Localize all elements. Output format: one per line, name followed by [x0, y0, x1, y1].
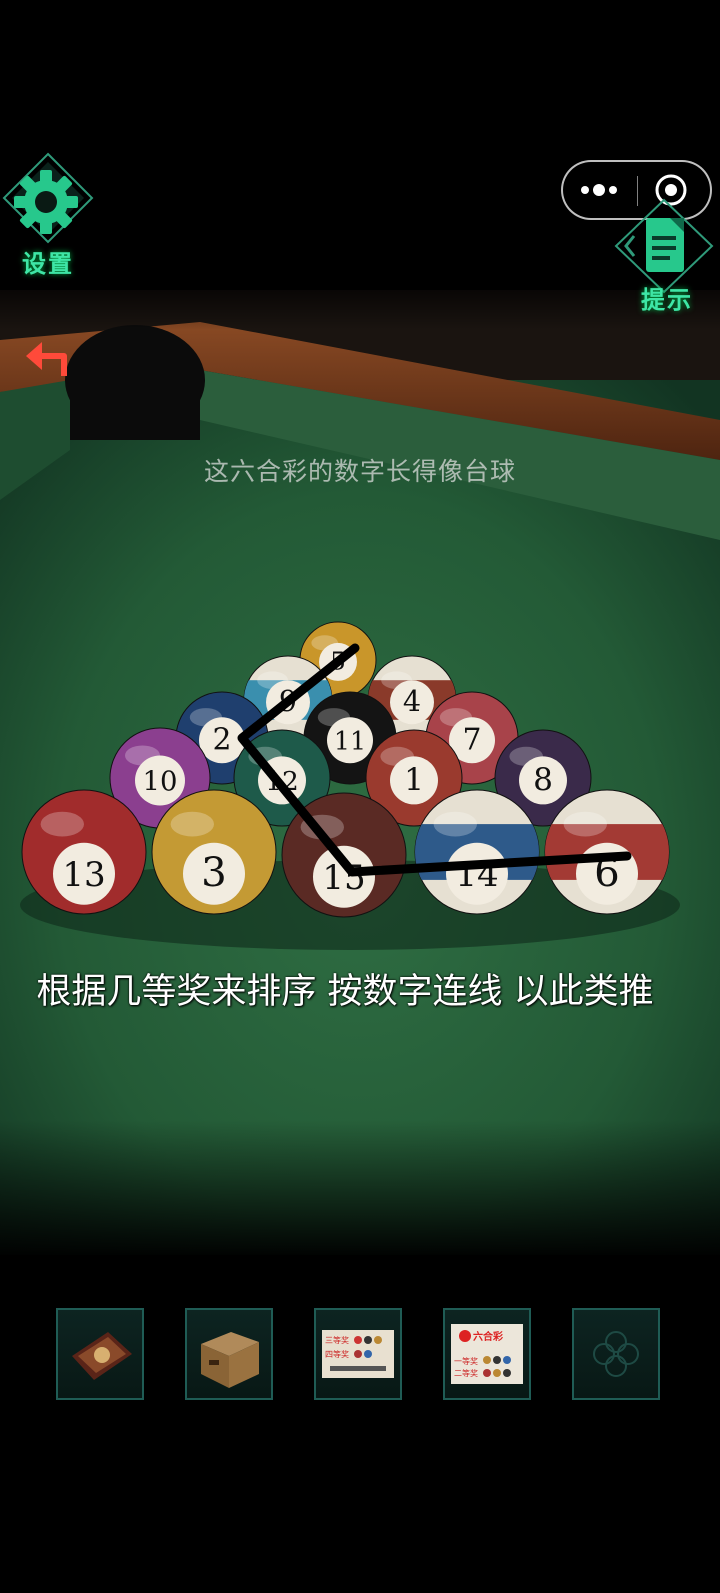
ball-number-label: 2	[212, 723, 231, 758]
back-arrow-icon	[26, 342, 67, 376]
ball-number-label: 10	[143, 766, 178, 798]
inventory-slot-box-lid[interactable]	[56, 1308, 144, 1400]
ticket-fourth-prize-label: 四等奖	[325, 1349, 349, 1359]
box-lid-art-icon	[72, 1332, 132, 1380]
prize-ticket-icon: 三等奖 四等奖	[322, 1330, 394, 1378]
billiard-ball-6[interactable]: 6	[544, 789, 670, 915]
inventory-slot-lottery-prizes[interactable]: 三等奖 四等奖	[314, 1308, 402, 1400]
inventory-slot-cardboard-box[interactable]	[185, 1308, 273, 1400]
empty-slot-emblem-icon	[593, 1331, 639, 1377]
back-button[interactable]	[20, 332, 80, 384]
ball-number-label: 13	[62, 855, 105, 895]
ball-number-label: 4	[403, 684, 421, 718]
hint-label: 提示	[641, 286, 693, 314]
inventory-slot-lottery-ticket[interactable]: 六合彩 一等奖 二等奖	[443, 1308, 531, 1400]
ball-number-label: 11	[334, 727, 366, 756]
ticket-third-prize-label: 三等奖	[325, 1335, 349, 1345]
inventory-bar: 三等奖 四等奖 六合彩 一等奖 二等奖	[0, 1300, 720, 1408]
inventory-slot-empty[interactable]	[572, 1308, 660, 1400]
liuhecai-ticket-icon: 六合彩 一等奖 二等奖	[451, 1324, 523, 1384]
ticket-second-prize-label: 二等奖	[454, 1368, 478, 1378]
scene-caption: 这六合彩的数字长得像台球	[203, 457, 516, 486]
ball-number-label: 1	[404, 762, 424, 798]
ball-number-label: 7	[462, 723, 481, 758]
cardboard-box-icon	[201, 1332, 259, 1388]
ticket-first-prize-label: 一等奖	[454, 1356, 478, 1366]
clue-text: 根据几等奖来排序 按数字连线 以此类推	[36, 972, 654, 1012]
ticket-liuhecai-label: 六合彩	[473, 1330, 503, 1343]
billiard-ball-3[interactable]: 3	[151, 789, 277, 915]
settings-label: 设置	[22, 250, 74, 278]
billiard-ball-14[interactable]: 14	[414, 789, 540, 915]
ball-number-label: 3	[201, 849, 227, 896]
billiard-ball-13[interactable]: 13	[21, 789, 147, 915]
gear-icon	[2, 152, 94, 244]
ball-number-label: 8	[533, 762, 553, 798]
